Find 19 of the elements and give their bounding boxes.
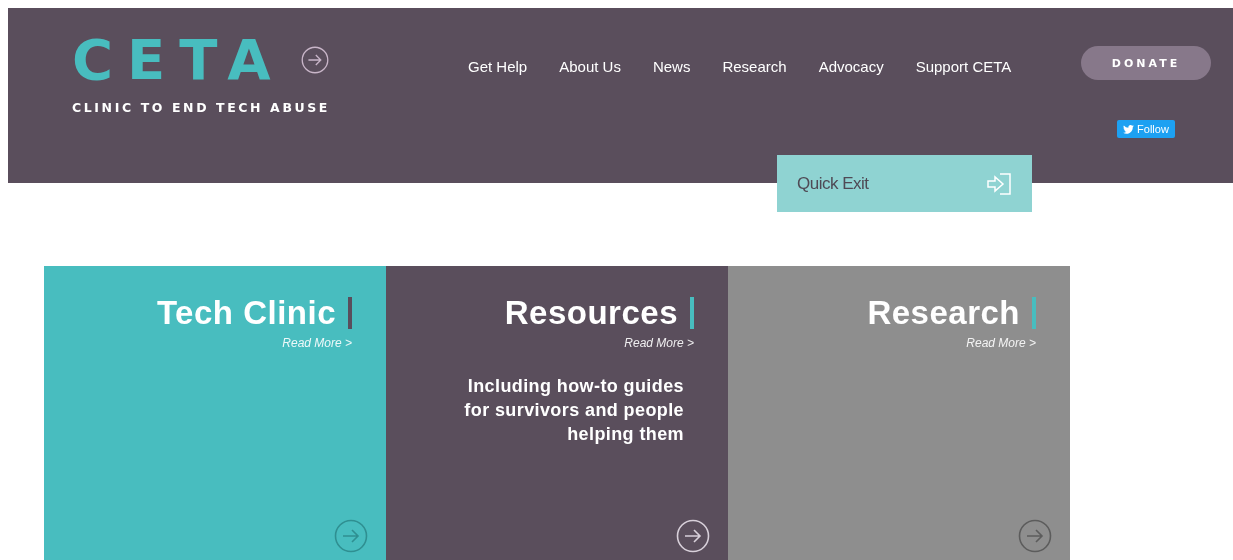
nav-link[interactable]: About Us	[543, 58, 637, 75]
card-title: Research	[867, 294, 1020, 332]
quick-exit-button[interactable]: Quick Exit	[777, 155, 1032, 212]
read-more-link[interactable]: Read More >	[624, 336, 694, 350]
nav-link[interactable]: Support CETA	[899, 58, 1028, 75]
nav-link[interactable]: Get Help	[452, 58, 544, 75]
card-title: Tech Clinic	[156, 294, 336, 332]
nav-link[interactable]: Research	[706, 58, 803, 75]
bird-icon	[1123, 124, 1135, 134]
card-title: Resources	[504, 294, 678, 332]
card-description: Including how-to guides for survivors and people helping them	[463, 375, 684, 446]
tagline: CLINIC TO END TECH ABUSE	[72, 100, 331, 115]
donate-button[interactable]: DONATE	[1081, 46, 1211, 80]
nav-link[interactable]: Advocacy	[802, 58, 900, 75]
arrow-circle-icon[interactable]	[300, 46, 329, 74]
exit-icon	[986, 171, 1012, 196]
nav-link[interactable]: News	[636, 58, 707, 75]
logo-text: CETA	[72, 32, 285, 88]
card[interactable]: Resources Read More > Including how-to guides for survivors and people helping them	[386, 266, 728, 560]
